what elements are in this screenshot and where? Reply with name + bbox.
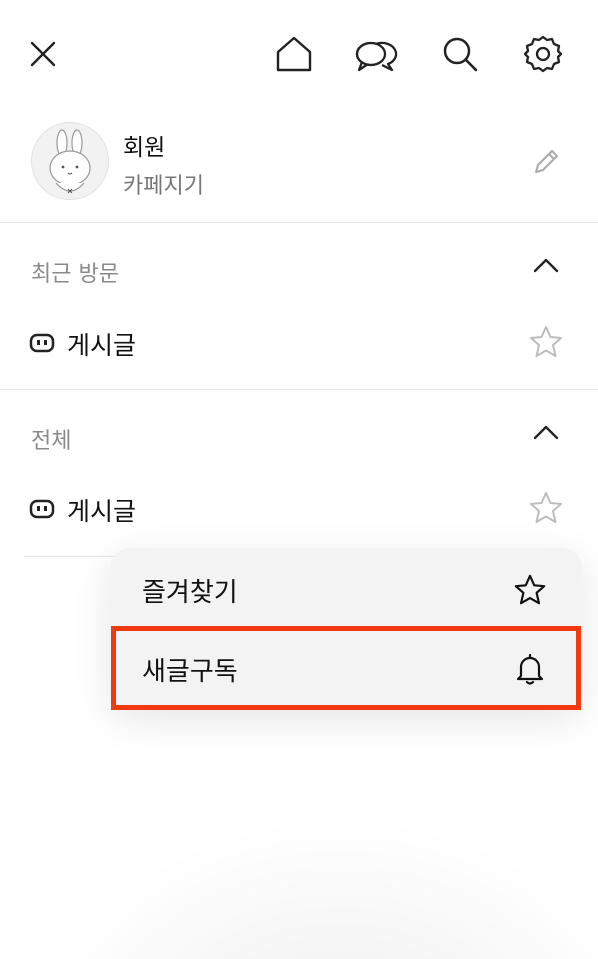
chevron-up-icon[interactable] bbox=[528, 247, 564, 283]
profile-role: 카페지기 bbox=[123, 174, 204, 199]
divider bbox=[0, 222, 598, 223]
bell-icon bbox=[510, 649, 550, 689]
search-icon[interactable] bbox=[438, 32, 482, 76]
star-icon[interactable] bbox=[526, 488, 566, 528]
menu-item-subscribe[interactable]: 새글구독 bbox=[110, 629, 582, 709]
star-icon[interactable] bbox=[526, 322, 566, 362]
chat-icon[interactable] bbox=[354, 32, 398, 76]
section-title-recent: 최근 방문 bbox=[31, 262, 119, 287]
chevron-up-icon[interactable] bbox=[528, 414, 564, 450]
context-menu: 즐겨찾기 새글구독 bbox=[110, 548, 582, 710]
board-icon bbox=[29, 332, 55, 354]
board-row-recent[interactable]: 게시글 bbox=[0, 312, 598, 372]
section-title-all: 전체 bbox=[31, 429, 72, 454]
top-bar bbox=[0, 0, 598, 108]
avatar[interactable] bbox=[31, 122, 109, 200]
menu-item-favorite[interactable]: 즐겨찾기 bbox=[110, 550, 582, 630]
menu-item-label: 새글구독 bbox=[142, 657, 238, 687]
close-icon[interactable] bbox=[21, 32, 65, 76]
star-icon bbox=[510, 570, 550, 610]
home-icon[interactable] bbox=[272, 32, 316, 76]
menu-item-label: 즐겨찾기 bbox=[142, 578, 238, 608]
profile-section: 회원 카페지기 bbox=[0, 108, 598, 222]
board-label: 게시글 bbox=[67, 331, 137, 360]
board-label: 게시글 bbox=[67, 497, 137, 526]
board-icon bbox=[29, 498, 55, 520]
profile-name: 회원 bbox=[123, 135, 166, 161]
pencil-icon[interactable] bbox=[526, 142, 566, 182]
settings-icon[interactable] bbox=[521, 32, 565, 76]
board-row-all[interactable]: 게시글 bbox=[0, 478, 598, 538]
divider bbox=[0, 389, 598, 390]
